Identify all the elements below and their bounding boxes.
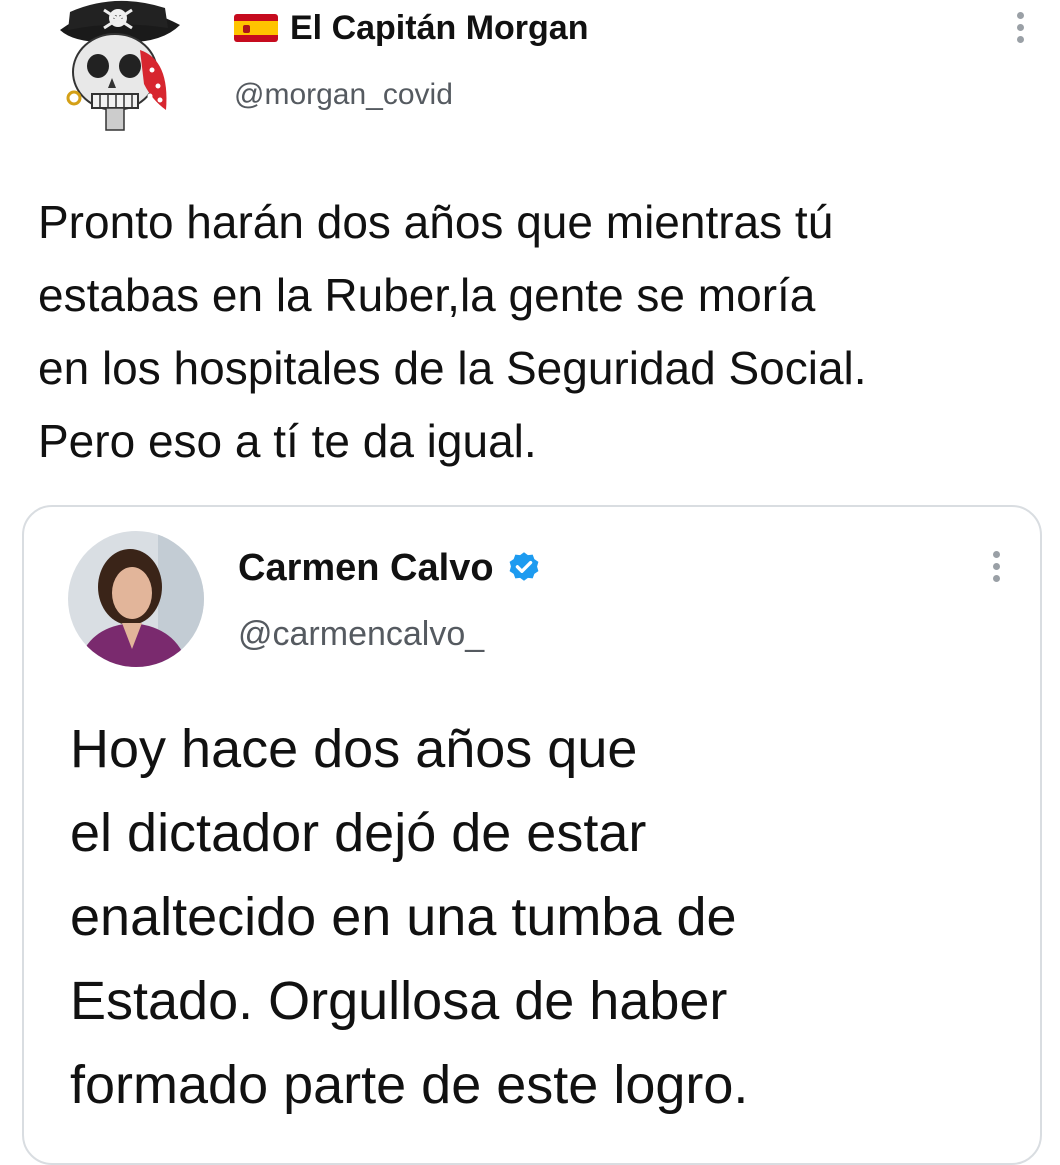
quoted-tweet-card[interactable]: Carmen Calvo @carmencalvo_ Hoy hace dos … (22, 505, 1042, 1165)
quoted-author-display-name[interactable]: Carmen Calvo (238, 547, 494, 590)
quoted-tweet-header: Carmen Calvo @carmencalvo_ (238, 547, 542, 654)
tweet-text: Pronto harán dos años que mientras tú es… (38, 196, 867, 467)
pirate-skull-avatar[interactable] (40, 0, 190, 135)
author-handle[interactable]: @morgan_covid (234, 78, 588, 112)
main-tweet: El Capitán Morgan @morgan_covid Pronto h… (0, 0, 1060, 1165)
author-display-name[interactable]: El Capitán Morgan (290, 9, 588, 48)
verified-badge-icon (509, 552, 538, 581)
quoted-author-handle[interactable]: @carmencalvo_ (238, 615, 542, 654)
spain-flag-icon (234, 14, 278, 42)
pirate-skull-icon (60, 0, 180, 131)
author-row: El Capitán Morgan (234, 8, 588, 48)
quoted-tweet-text: Hoy hace dos años que el dictador dejó d… (70, 719, 749, 1115)
quoted-more-options-icon[interactable] (986, 551, 1006, 591)
profile-photo-icon (68, 531, 204, 667)
more-options-icon[interactable] (1010, 12, 1030, 52)
tweet-header: El Capitán Morgan @morgan_covid (234, 8, 588, 112)
quoted-author-row: Carmen Calvo (238, 547, 542, 589)
profile-photo-avatar[interactable] (68, 531, 204, 667)
